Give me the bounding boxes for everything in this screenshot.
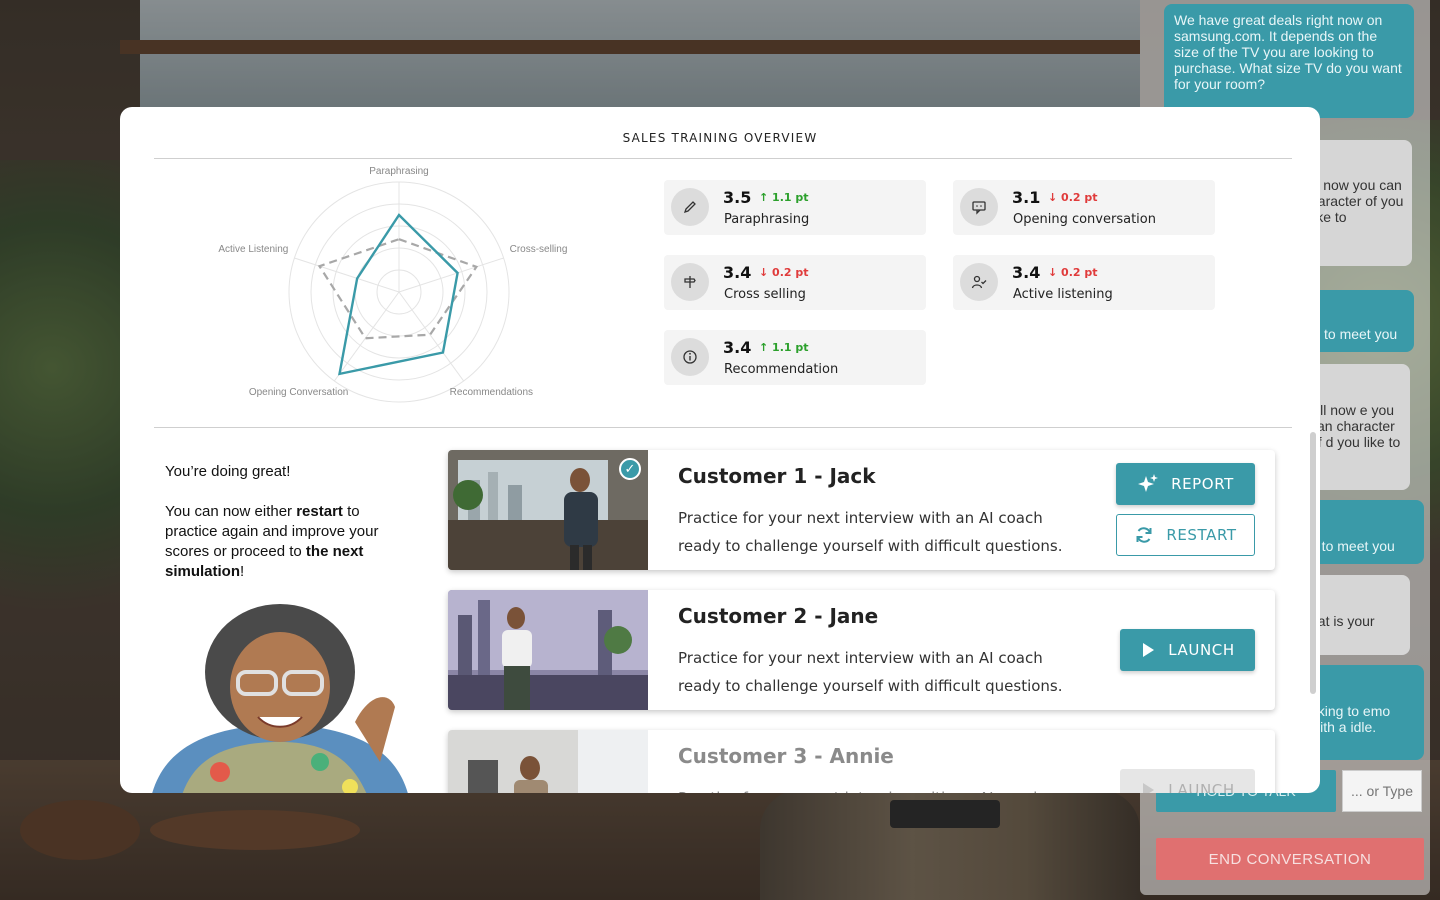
stat-delta: ↓ 0.2 pt: [759, 266, 809, 279]
completed-check-icon: ✓: [619, 458, 641, 480]
stat-score: 3.4: [723, 338, 752, 357]
customer-description: Practice for your next interview with an…: [678, 649, 1063, 695]
launch-button-disabled[interactable]: LAUNCH: [1120, 769, 1255, 793]
stat-card-opening-conversation: 3.1 ↓ 0.2 pt Opening conversation: [953, 180, 1215, 235]
stat-score: 3.4: [1012, 263, 1041, 282]
report-label: REPORT: [1171, 475, 1234, 493]
training-overview-modal: SALES TRAINING OVERVIEW Paraphrasing Cros…: [120, 107, 1320, 793]
chat-message-text: vill now e you can character of d you li…: [1310, 402, 1401, 450]
radar-axis-line: [294, 257, 400, 293]
stat-delta: ↑ 1.1 pt: [759, 191, 809, 204]
customer-name: Customer 2 - Jane: [678, 604, 879, 628]
customer-name: Customer 3 - Annie: [678, 744, 894, 768]
sparkle-icon: [1138, 474, 1159, 492]
radar-axis-label: Paraphrasing: [369, 166, 428, 177]
chat-message-ai: to meet you: [1304, 290, 1414, 352]
play-icon: [1143, 783, 1155, 793]
stat-delta: ↓ 0.2 pt: [1048, 191, 1098, 204]
radar-chart: Paraphrasing Cross-selling Recommendations…: [218, 166, 568, 403]
chat-type-input[interactable]: [1342, 770, 1422, 812]
radar-axis-label: Active Listening: [218, 244, 288, 255]
refresh-icon: [1136, 527, 1152, 543]
end-conversation-label: END CONVERSATION: [1208, 850, 1372, 868]
customer-card-3: Customer 3 - Annie Practice for your nex…: [448, 730, 1275, 793]
chat-message-text: We have great deals right now on samsung…: [1174, 12, 1402, 92]
stat-card-recommendation: 3.4 ↑ 1.1 pt Recommendation: [664, 330, 926, 385]
stat-label: Recommendation: [724, 362, 839, 377]
launch-label: LAUNCH: [1168, 781, 1235, 793]
modal-title: SALES TRAINING OVERVIEW: [622, 131, 818, 145]
stat-score: 3.1: [1012, 188, 1041, 207]
customer-description: Practice for your next interview with an…: [678, 784, 1078, 793]
encouragement-message: You’re doing great! You can now either r…: [165, 462, 410, 602]
info-icon: [671, 338, 709, 376]
radar-axis-label: Recommendations: [450, 387, 533, 398]
customer-card-2: Customer 2 - Jane Practice for your next…: [448, 590, 1275, 710]
stat-card-active-listening: 3.4 ↓ 0.2 pt Active listening: [953, 255, 1215, 310]
stat-label: Active listening: [1013, 287, 1113, 302]
stat-label: Cross selling: [724, 287, 806, 302]
chat-icon: [960, 188, 998, 226]
restart-label: RESTART: [1166, 526, 1237, 544]
play-icon: [1143, 643, 1155, 657]
radar-axis-label: Opening Conversation: [249, 387, 349, 398]
customer-thumbnail: [448, 730, 648, 793]
customer-card-1: ✓ Customer 1 - Jack Practice for your ne…: [448, 450, 1275, 570]
restart-button[interactable]: RESTART: [1116, 514, 1255, 556]
customer-name: Customer 1 - Jack: [678, 464, 876, 488]
signpost-icon: [671, 263, 709, 301]
user-check-icon: [960, 263, 998, 301]
stat-label: Opening conversation: [1013, 212, 1156, 227]
customer-thumbnail: [448, 590, 648, 710]
chat-message-text: d to meet you: [1310, 538, 1395, 554]
divider: [154, 158, 1292, 159]
chat-message-ai: oking to emo with a idle.: [1304, 665, 1424, 760]
launch-label: LAUNCH: [1168, 641, 1235, 659]
stat-card-cross-selling: 3.4 ↓ 0.2 pt Cross selling: [664, 255, 926, 310]
pencil-icon: [671, 188, 709, 226]
chat-message-ai: We have great deals right now on samsung…: [1164, 4, 1414, 118]
divider: [154, 427, 1292, 428]
report-button[interactable]: REPORT: [1116, 463, 1255, 505]
stat-card-paraphrasing: 3.5 ↑ 1.1 pt Paraphrasing: [664, 180, 926, 235]
stat-delta: ↓ 0.2 pt: [1048, 266, 1098, 279]
chat-message-user: ill now you can naracter of you like to: [230, 140, 1412, 266]
stat-label: Paraphrasing: [724, 212, 810, 227]
customer-thumbnail: [448, 450, 648, 570]
stat-score: 3.5: [723, 188, 752, 207]
customer-description: Practice for your next interview with an…: [678, 509, 1063, 555]
chat-message-text: oking to emo with a idle.: [1310, 703, 1391, 735]
launch-button[interactable]: LAUNCH: [1120, 629, 1255, 671]
encouragement-heading: You’re doing great!: [165, 463, 291, 480]
stat-delta: ↑ 1.1 pt: [759, 341, 809, 354]
modal-scrollbar[interactable]: [1310, 432, 1316, 694]
radar-axis-label: Cross-selling: [510, 244, 568, 255]
chat-message-ai: d to meet you: [1304, 500, 1424, 564]
chat-message-text: to meet you: [1324, 326, 1398, 342]
radar-axis-line: [398, 257, 504, 293]
coach-avatar: [152, 604, 408, 793]
stat-score: 3.4: [723, 263, 752, 282]
chat-message-text: ill now you can naracter of you like to: [1310, 177, 1404, 225]
end-conversation-button[interactable]: END CONVERSATION: [1156, 838, 1424, 880]
encouragement-body: You can now either restart to practice a…: [165, 503, 379, 580]
